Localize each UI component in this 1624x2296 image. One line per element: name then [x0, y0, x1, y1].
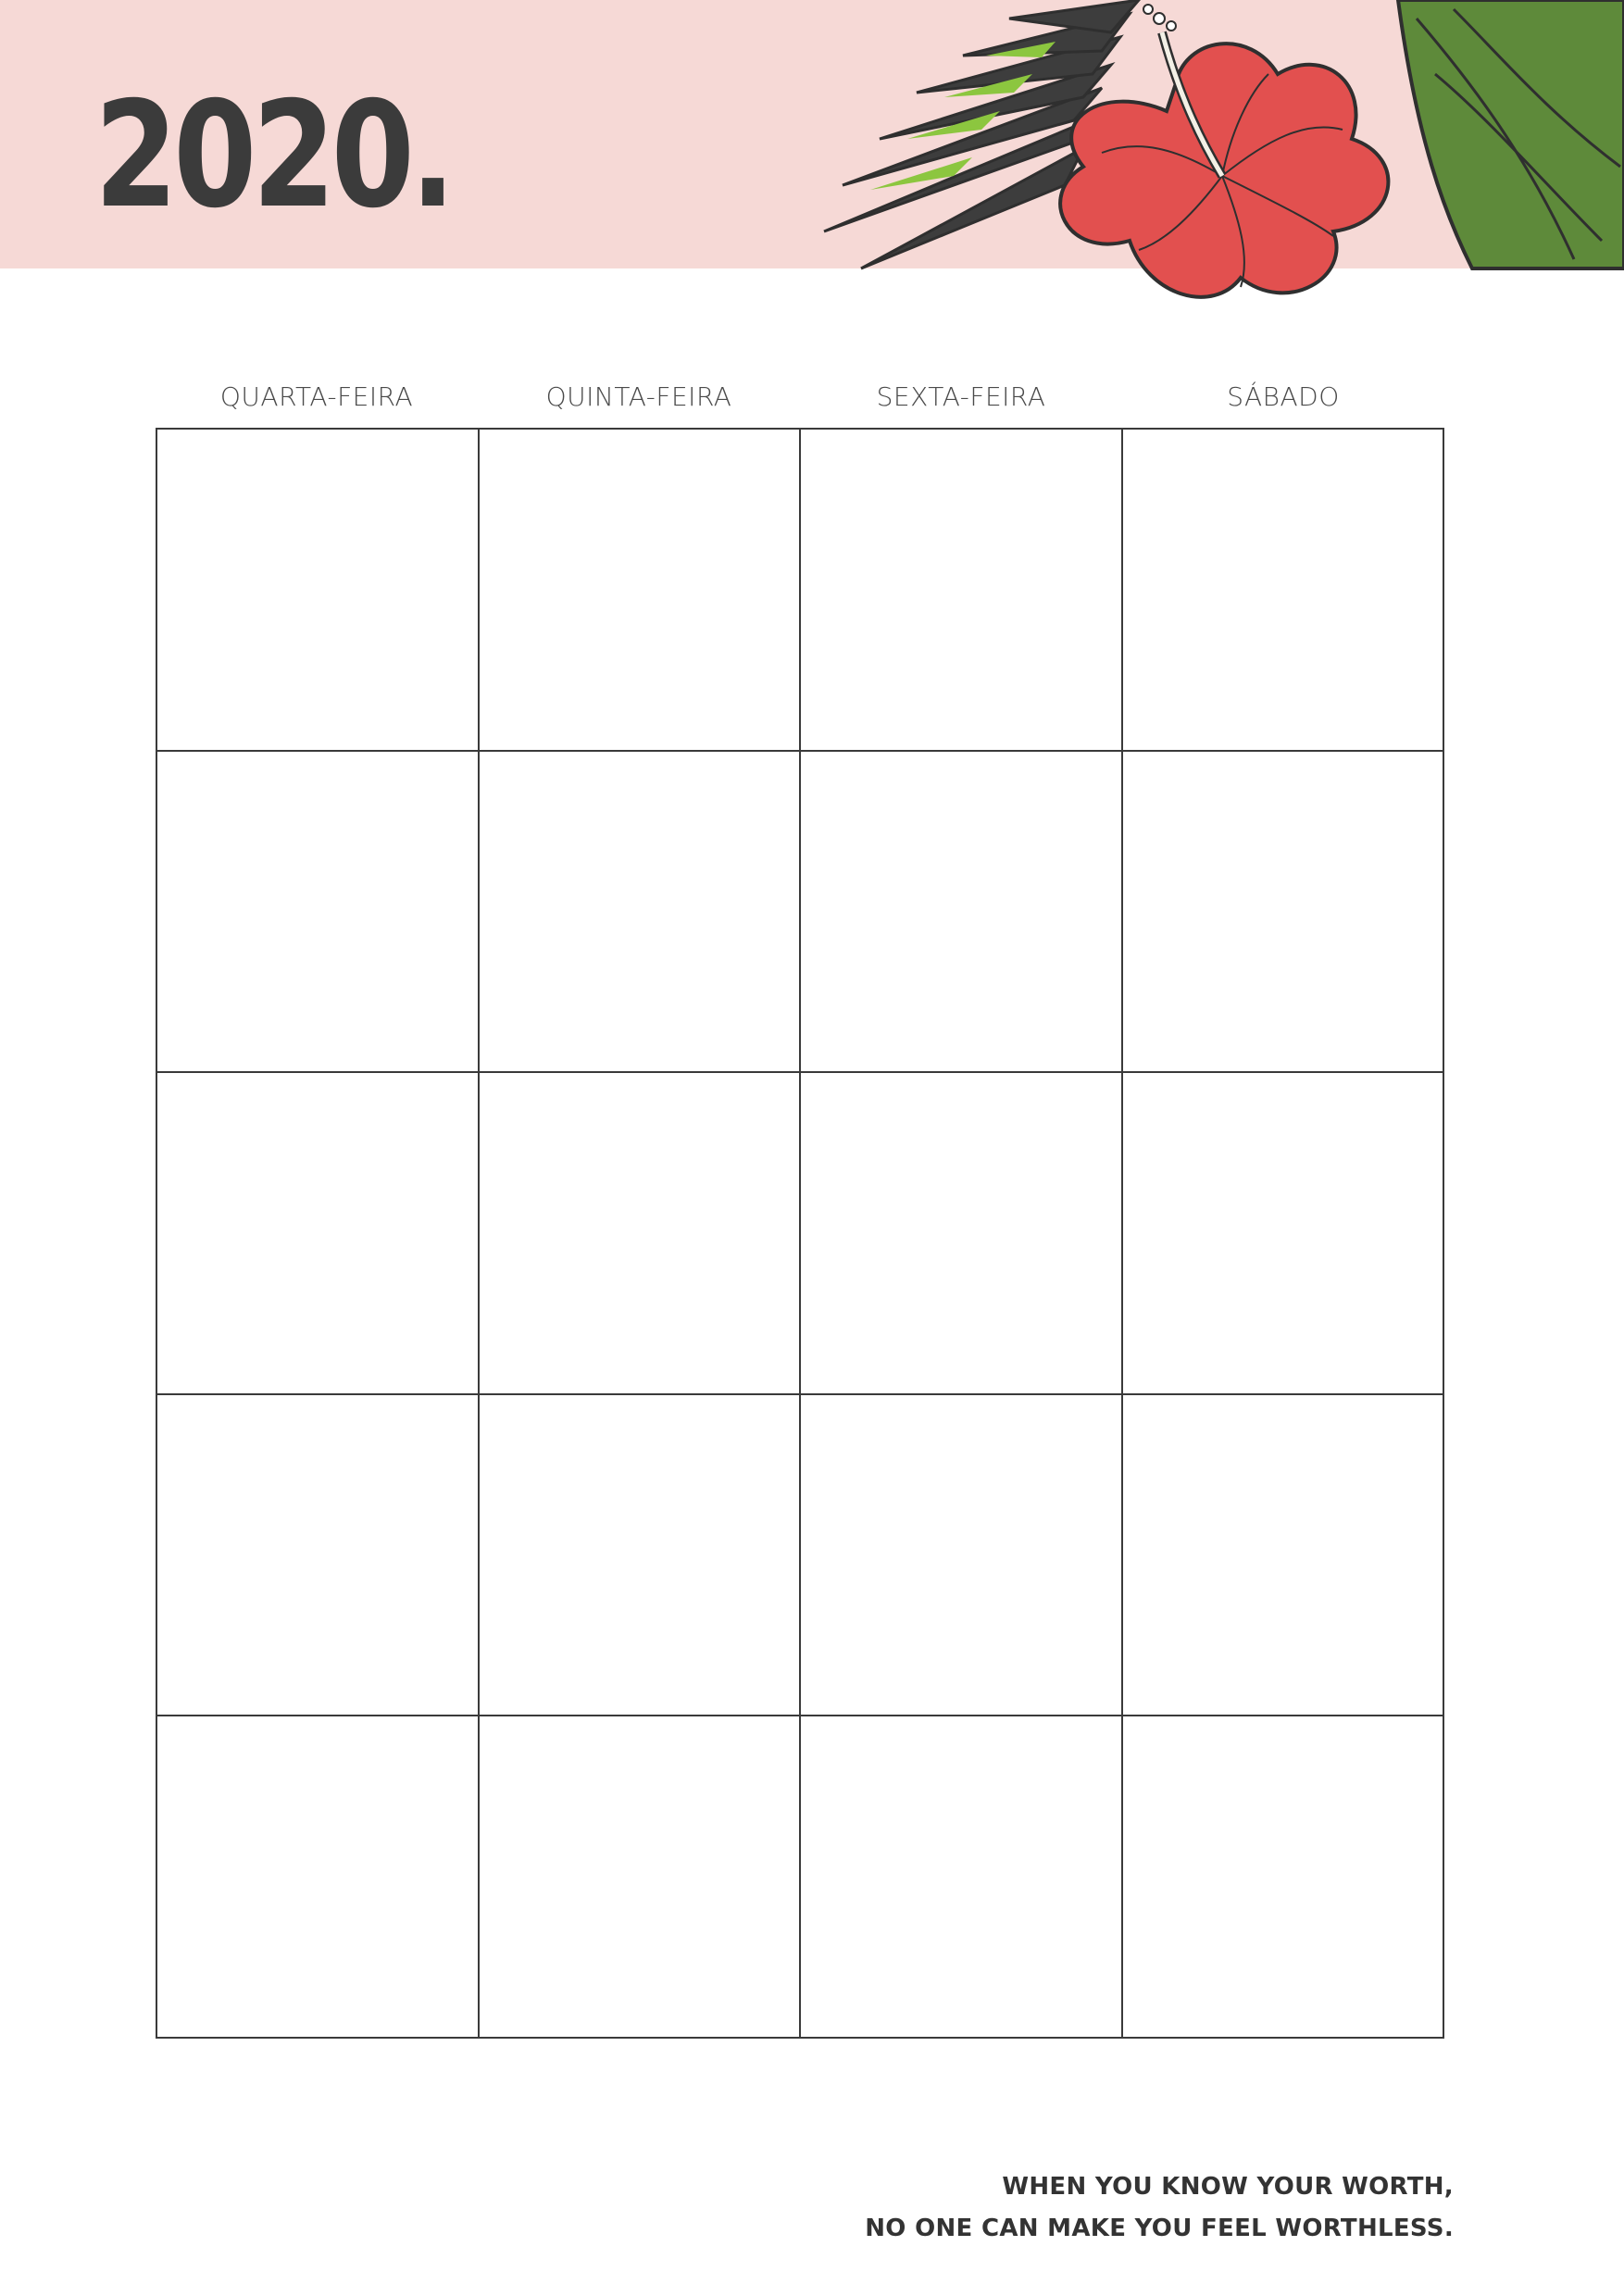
day-cell[interactable] — [1122, 1073, 1444, 1395]
quote-line-1: WHEN YOU KNOW YOUR WORTH, — [1002, 2173, 1454, 2201]
day-cell[interactable] — [157, 751, 480, 1074]
day-cell[interactable] — [1122, 1394, 1444, 1717]
day-cell[interactable] — [801, 430, 1123, 752]
day-cell[interactable] — [479, 1073, 801, 1395]
day-cell[interactable] — [157, 1394, 480, 1717]
day-cell[interactable] — [801, 1073, 1123, 1395]
day-cell[interactable] — [157, 1073, 480, 1395]
weekday-header: SEXTA-FEIRA — [876, 381, 1046, 412]
day-cell[interactable] — [157, 430, 480, 752]
day-cell[interactable] — [801, 1716, 1123, 2039]
hibiscus-palm-leaf-illustration — [823, 0, 1624, 299]
weekday-header: QUINTA-FEIRA — [545, 381, 732, 412]
quote-line-2: NO ONE CAN MAKE YOU FEEL WORTHLESS. — [865, 2215, 1454, 2242]
day-cell[interactable] — [479, 1716, 801, 2039]
day-cell[interactable] — [801, 751, 1123, 1074]
day-cell[interactable] — [157, 1716, 480, 2039]
day-cell[interactable] — [1122, 751, 1444, 1074]
day-cell[interactable] — [479, 751, 801, 1074]
calendar-grid — [156, 428, 1444, 2039]
quote: WHEN YOU KNOW YOUR WORTH, NO ONE CAN MAK… — [865, 2166, 1454, 2250]
day-cell[interactable] — [479, 1394, 801, 1717]
weekday-header-row: QUARTA-FEIRA QUINTA-FEIRA SEXTA-FEIRA SÁ… — [156, 381, 1444, 428]
day-cell[interactable] — [479, 430, 801, 752]
day-cell[interactable] — [801, 1394, 1123, 1717]
day-cell[interactable] — [1122, 1716, 1444, 2039]
day-cell[interactable] — [1122, 430, 1444, 752]
weekday-header: SÁBADO — [1227, 381, 1340, 412]
page-title: 2020. — [94, 70, 456, 241]
weekday-header: QUARTA-FEIRA — [219, 381, 414, 412]
